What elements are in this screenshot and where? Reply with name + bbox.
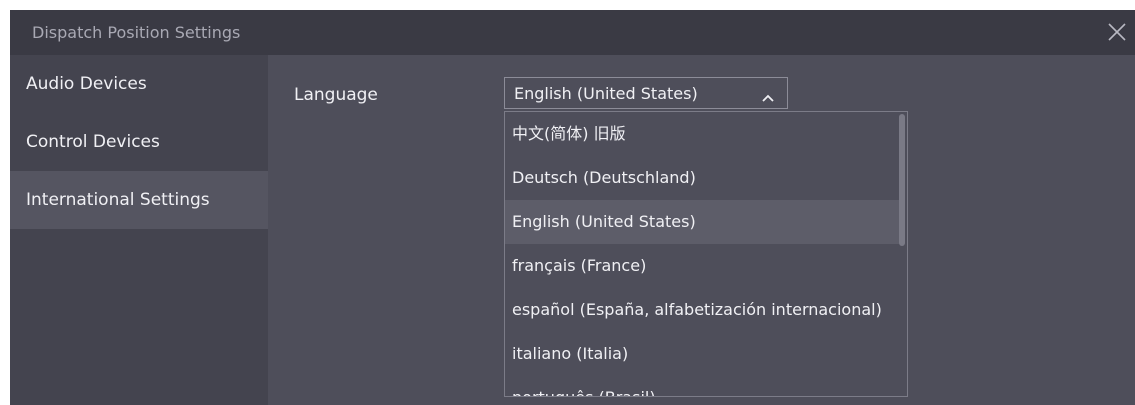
language-option[interactable]: español (España, alfabetización internac… xyxy=(505,288,899,332)
sidebar: Audio Devices Control Devices Internatio… xyxy=(10,55,268,405)
language-option[interactable]: português (Brasil) xyxy=(505,376,899,396)
sidebar-item-control-devices[interactable]: Control Devices xyxy=(10,113,268,171)
sidebar-item-audio-devices[interactable]: Audio Devices xyxy=(10,55,268,113)
close-icon[interactable] xyxy=(1105,20,1129,44)
language-select[interactable]: English (United States) xyxy=(504,77,788,109)
settings-panel: Language English (United States) 中文(简体) … xyxy=(268,55,1135,405)
chevron-up-icon xyxy=(761,88,775,102)
language-option[interactable]: italiano (Italia) xyxy=(505,332,899,376)
settings-window: Dispatch Position Settings Audio Devices… xyxy=(10,10,1135,405)
language-option[interactable]: English (United States) xyxy=(505,200,899,244)
dropdown-scrollbar[interactable] xyxy=(899,114,905,246)
language-option[interactable]: français (France) xyxy=(505,244,899,288)
sidebar-item-international-settings[interactable]: International Settings xyxy=(10,171,268,229)
language-selected-value: English (United States) xyxy=(514,84,698,103)
language-dropdown-list[interactable]: 中文(简体) 旧版 Deutsch (Deutschland) English … xyxy=(504,111,908,397)
language-option[interactable]: 中文(简体) 旧版 xyxy=(505,112,899,156)
language-option[interactable]: Deutsch (Deutschland) xyxy=(505,156,899,200)
window-title: Dispatch Position Settings xyxy=(32,23,241,42)
title-bar: Dispatch Position Settings xyxy=(10,10,1135,55)
language-label: Language xyxy=(294,85,378,105)
